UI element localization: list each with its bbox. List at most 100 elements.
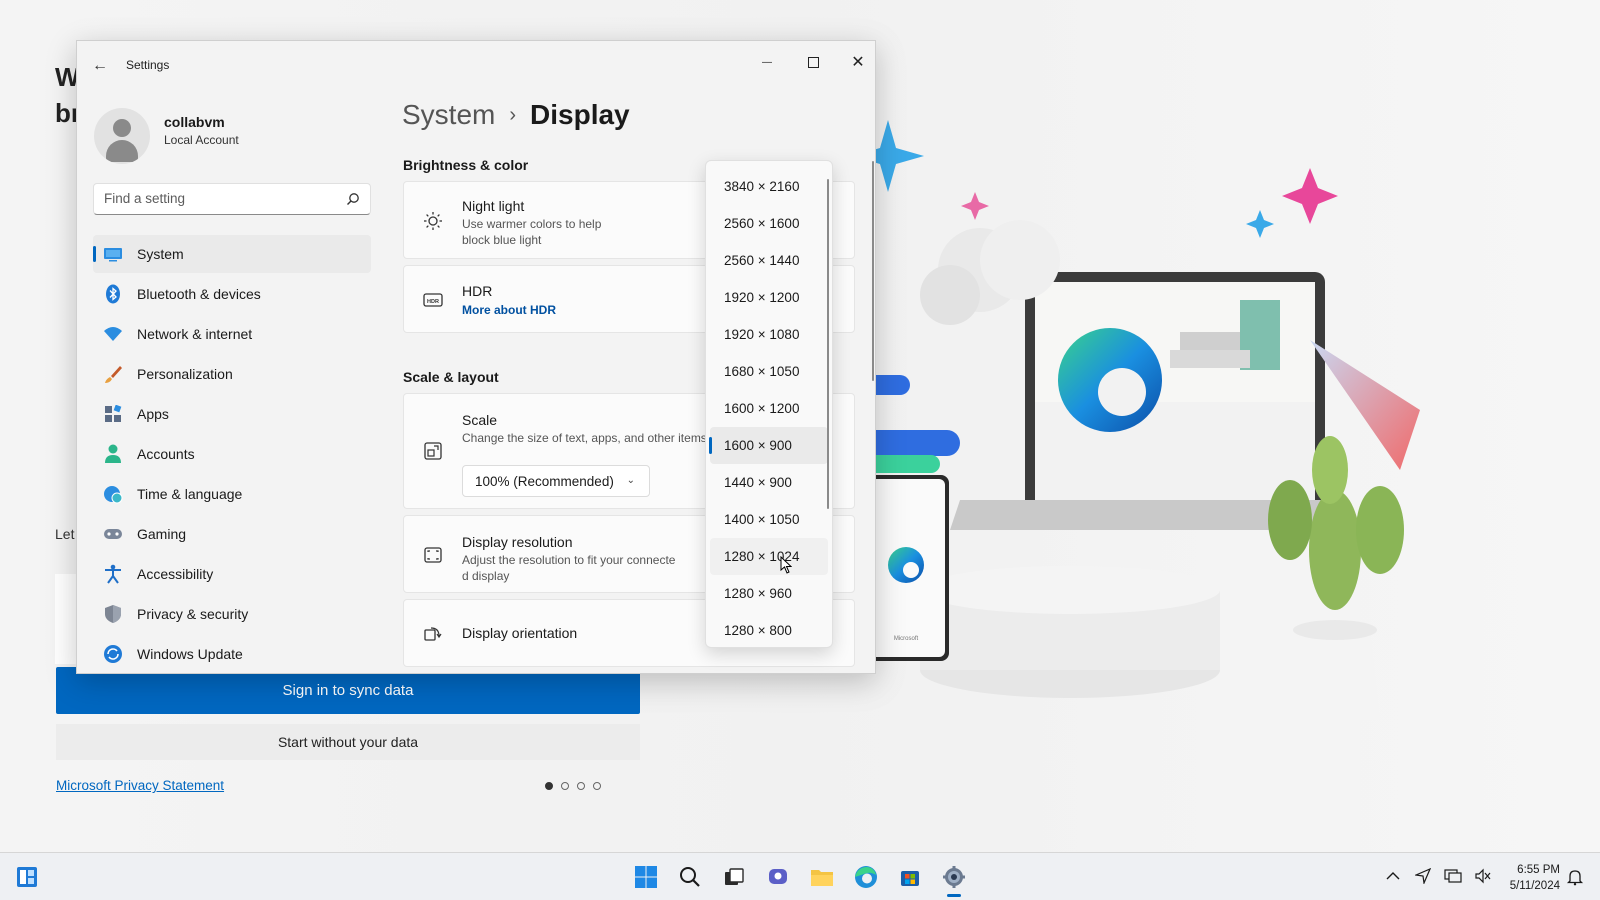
- store-icon: [901, 871, 919, 886]
- avatar[interactable]: [94, 108, 150, 164]
- hdr-icon: HDR: [422, 289, 444, 311]
- clock-date: 5/11/2024: [1509, 880, 1560, 892]
- search-box[interactable]: [93, 183, 371, 215]
- resolution-option[interactable]: 1400 × 1050: [710, 501, 828, 538]
- display-orientation-title: Display orientation: [462, 625, 578, 641]
- controller-icon: [103, 524, 123, 544]
- resolution-icon: [422, 544, 444, 566]
- maximize-icon: [807, 56, 819, 68]
- chevron-up-icon[interactable]: [1384, 867, 1402, 885]
- chevron-right-icon: ›: [509, 103, 517, 126]
- page-title: Display: [530, 99, 630, 130]
- network-icon[interactable]: [1444, 867, 1462, 885]
- sidebar-item-label: Time & language: [137, 486, 243, 502]
- sidebar-item-privacy[interactable]: Privacy & security: [93, 595, 371, 633]
- edge-welcome-illustration: Microsoft: [860, 120, 1420, 720]
- search-input[interactable]: [104, 191, 334, 206]
- sidebar-item-personalization[interactable]: Personalization: [93, 355, 371, 393]
- sidebar-item-system[interactable]: System: [93, 235, 371, 273]
- sidebar-item-time-language[interactable]: Time & language: [93, 475, 371, 513]
- window-title: Settings: [126, 58, 170, 72]
- resolution-option[interactable]: 1280 × 800: [710, 612, 828, 647]
- edge-icon: [855, 866, 877, 888]
- task-view-button[interactable]: [718, 861, 750, 893]
- scale-icon: [422, 440, 444, 462]
- privacy-statement-link[interactable]: Microsoft Privacy Statement: [56, 778, 224, 793]
- sidebar-item-label: Windows Update: [137, 646, 243, 662]
- close-icon: ✕: [851, 54, 865, 71]
- more-about-hdr-link[interactable]: More about HDR: [462, 303, 556, 317]
- sidebar-item-network[interactable]: Network & internet: [93, 315, 371, 353]
- avatar-head: [113, 119, 131, 137]
- resolution-option[interactable]: 1920 × 1080: [710, 316, 828, 353]
- carousel-dots: [545, 782, 601, 790]
- carousel-dot[interactable]: [593, 782, 601, 790]
- task-view-icon: [725, 868, 744, 885]
- settings-button[interactable]: [938, 861, 970, 897]
- section-title-brightness: Brightness & color: [403, 157, 529, 173]
- resolution-option-hovered[interactable]: 1280 × 1024: [710, 538, 828, 575]
- sidebar-item-bluetooth[interactable]: Bluetooth & devices: [93, 275, 371, 313]
- search-icon[interactable]: [346, 192, 360, 206]
- resolution-option[interactable]: 2560 × 1440: [710, 242, 828, 279]
- widgets-icon[interactable]: [16, 866, 38, 888]
- night-light-title: Night light: [462, 198, 525, 214]
- sidebar-item-accessibility[interactable]: Accessibility: [93, 555, 371, 593]
- resolution-option[interactable]: 1440 × 900: [710, 464, 828, 501]
- resolution-option[interactable]: 1600 × 1200: [710, 390, 828, 427]
- avatar-body: [106, 140, 138, 162]
- resolution-option[interactable]: 3840 × 2160: [710, 168, 828, 205]
- file-explorer-icon: [811, 870, 833, 886]
- resolution-option[interactable]: 2560 × 1600: [710, 205, 828, 242]
- store-button[interactable]: [894, 861, 926, 893]
- clock[interactable]: 6:55 PM 5/11/2024: [1500, 862, 1560, 894]
- chat-button[interactable]: [762, 861, 794, 893]
- sidebar-item-label: Network & internet: [137, 326, 253, 342]
- file-explorer-button[interactable]: [806, 861, 838, 893]
- search-icon: [680, 867, 700, 887]
- system-tray: [1384, 867, 1492, 885]
- notification-bell-icon[interactable]: [1566, 868, 1584, 886]
- scale-title: Scale: [462, 412, 498, 428]
- sidebar-item-windows-update[interactable]: Windows Update: [93, 635, 371, 673]
- scale-desc: Change the size of text, apps, and other…: [462, 431, 707, 445]
- volume-muted-icon[interactable]: [1474, 867, 1492, 885]
- dropdown-scrollbar[interactable]: [827, 179, 829, 509]
- person-icon: [103, 444, 123, 464]
- taskbar-search-button[interactable]: [674, 861, 706, 893]
- edge-button[interactable]: [850, 861, 882, 893]
- maximize-button[interactable]: [792, 47, 834, 77]
- carousel-dot[interactable]: [561, 782, 569, 790]
- sidebar-item-label: Accounts: [137, 446, 195, 462]
- carousel-dot[interactable]: [545, 782, 553, 790]
- sidebar-item-label: Accessibility: [137, 566, 214, 582]
- start-button[interactable]: [630, 861, 662, 893]
- breadcrumb-parent[interactable]: System: [402, 99, 495, 131]
- start-without-data-button[interactable]: Start without your data: [56, 724, 640, 760]
- sidebar-item-accounts[interactable]: Accounts: [93, 435, 371, 473]
- system-icon: [103, 244, 123, 264]
- resolution-option[interactable]: 1280 × 960: [710, 575, 828, 612]
- night-light-desc-line2: block blue light: [462, 233, 542, 247]
- sign-in-sync-button[interactable]: Sign in to sync data: [56, 667, 640, 714]
- display-resolution-desc-line1: Adjust the resolution to fit your connec…: [462, 553, 676, 567]
- resolution-option[interactable]: 1680 × 1050: [710, 353, 828, 390]
- display-resolution-title: Display resolution: [462, 534, 573, 550]
- content-scrollbar[interactable]: [872, 161, 874, 381]
- welcome-subheading: Let: [55, 526, 75, 542]
- scale-dropdown[interactable]: 100% (Recommended) ⌄: [462, 465, 650, 497]
- close-button[interactable]: ✕: [837, 47, 875, 77]
- resolution-option[interactable]: 1920 × 1200: [710, 279, 828, 316]
- sidebar-item-label: Bluetooth & devices: [137, 286, 261, 302]
- resolution-option-selected[interactable]: 1600 × 900: [709, 427, 828, 464]
- update-icon: [103, 644, 123, 664]
- sidebar-item-label: Personalization: [137, 366, 233, 382]
- minimize-button[interactable]: —: [746, 47, 788, 77]
- sidebar-item-gaming[interactable]: Gaming: [93, 515, 371, 553]
- carousel-dot[interactable]: [577, 782, 585, 790]
- title-bar[interactable]: ← Settings — ✕: [77, 41, 875, 89]
- back-button[interactable]: ←: [89, 55, 111, 77]
- sidebar-item-apps[interactable]: Apps: [93, 395, 371, 433]
- scale-value: 100% (Recommended): [475, 473, 614, 489]
- location-icon[interactable]: [1414, 867, 1432, 885]
